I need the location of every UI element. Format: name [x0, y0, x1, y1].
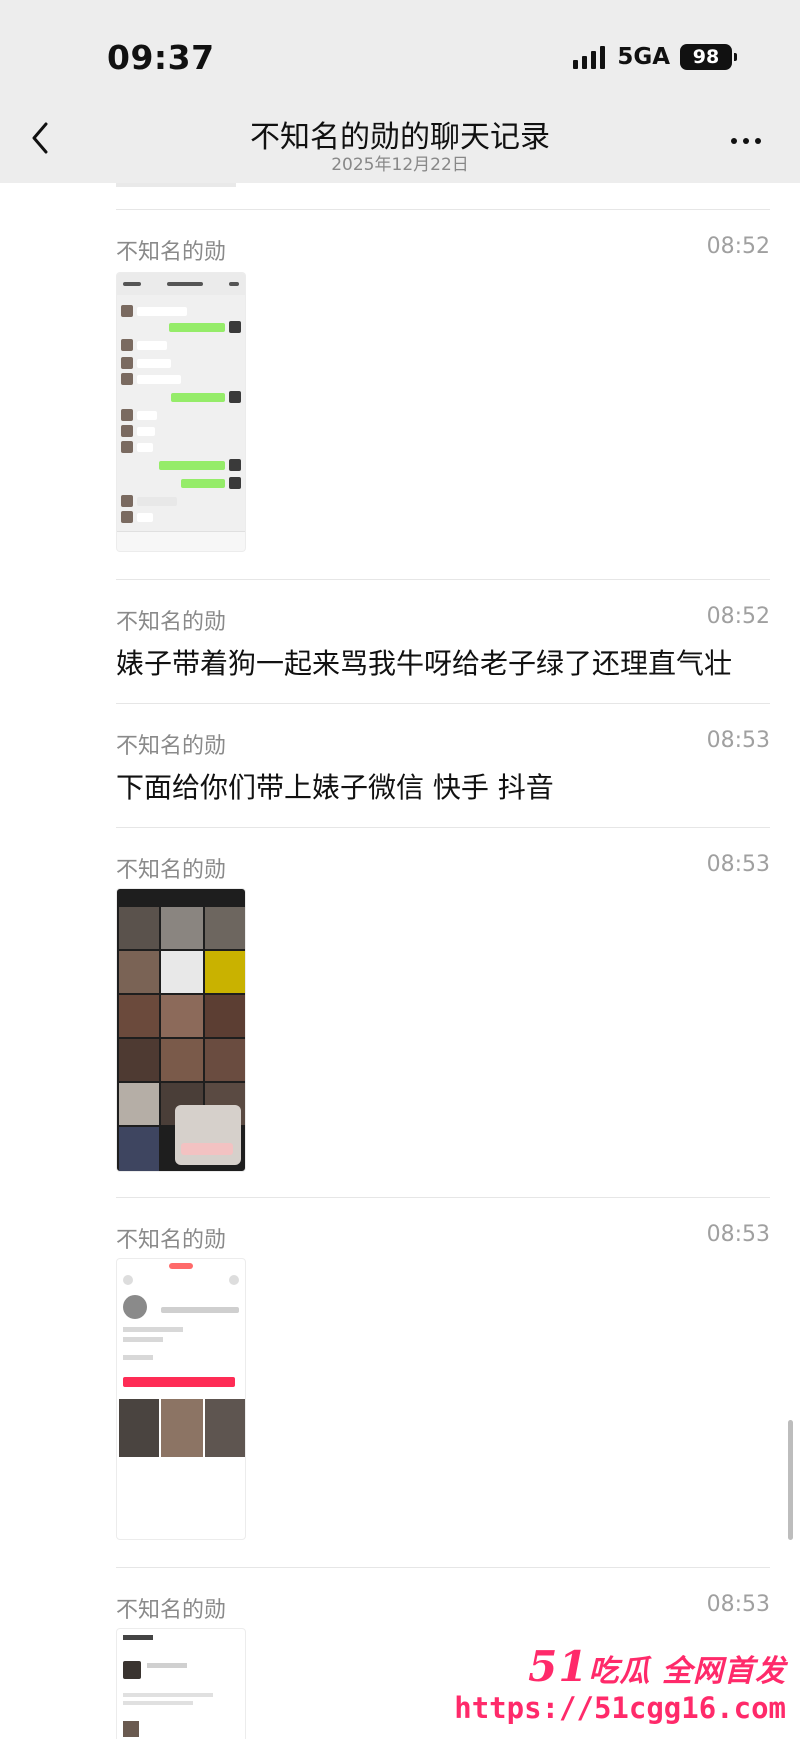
watermark: 51吃瓜 全网首发 https://51cgg16.com: [454, 1642, 786, 1725]
list-item-partial: [116, 183, 770, 209]
network-type: 5GA: [617, 44, 670, 70]
list-item: 不知名的勋 08:52 婊子带着狗一起来骂我牛呀给老子绿了还理直气壮: [116, 579, 770, 703]
message-time: 08:52: [706, 604, 770, 629]
list-item: 不知名的勋 08:53: [116, 827, 770, 1197]
list-item: 不知名的勋 08:52: [116, 209, 770, 579]
message-text: 婊子带着狗一起来骂我牛呀给老子绿了还理直气壮: [116, 647, 733, 680]
message-text: 下面给你们带上婊子微信 快手 抖音: [116, 771, 554, 804]
status-time: 09:37: [107, 38, 215, 77]
chat-screenshot-image[interactable]: [116, 272, 246, 552]
message-time: 08:53: [706, 1222, 770, 1247]
scrollbar[interactable]: [788, 1420, 793, 1540]
sender-name: 不知名的勋: [116, 734, 227, 759]
top-bar: 09:37 5GA 98 不知名的勋的聊天记录 2025年12月22日: [0, 0, 800, 183]
sender-name: 不知名的勋: [116, 610, 227, 635]
list-item: 不知名的勋 08:53: [116, 1197, 770, 1567]
photo-library-screenshot-image[interactable]: [116, 888, 246, 1172]
profile-screenshot-image[interactable]: [116, 1258, 246, 1540]
message-time: 08:53: [706, 852, 770, 877]
watermark-url: https://51cgg16.com: [454, 1691, 786, 1725]
sender-name: 不知名的勋: [116, 1598, 227, 1623]
sender-name: 不知名的勋: [116, 1228, 227, 1253]
more-options-icon[interactable]: [726, 126, 766, 156]
sender-name: 不知名的勋: [116, 240, 227, 265]
message-time: 08:53: [706, 728, 770, 753]
list-item: 不知名的勋 08:53 下面给你们带上婊子微信 快手 抖音: [116, 703, 770, 827]
battery-icon: 98: [680, 44, 737, 70]
message-time: 08:52: [706, 234, 770, 259]
status-indicators: 5GA 98: [573, 44, 737, 70]
wechat-profile-screenshot-image[interactable]: [116, 1628, 246, 1739]
watermark-logo: 51吃瓜 全网首发: [528, 1642, 786, 1691]
page-date: 2025年12月22日: [331, 155, 469, 175]
message-time: 08:53: [706, 1592, 770, 1617]
signal-icon: [573, 45, 606, 69]
sender-name: 不知名的勋: [116, 858, 227, 883]
